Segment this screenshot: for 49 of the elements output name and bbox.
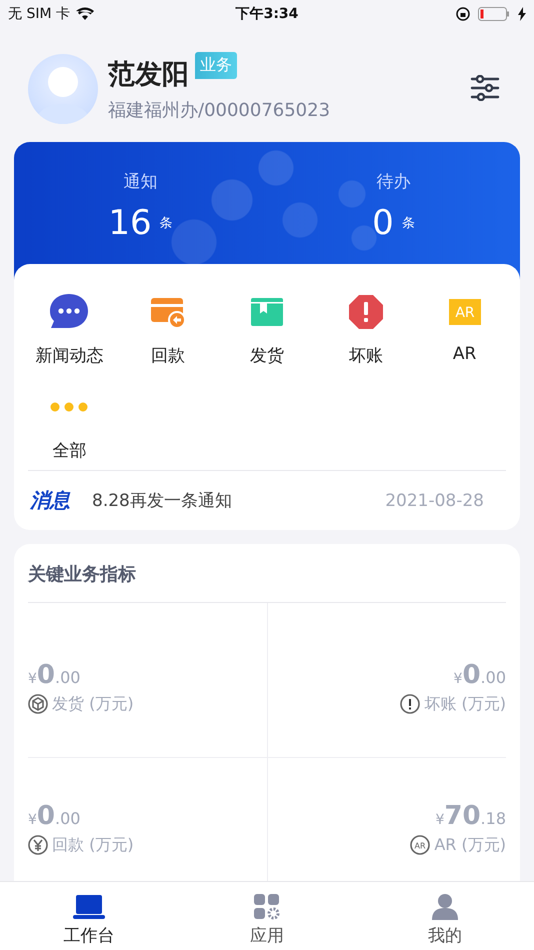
- tab-bar-item[interactable]: 我的: [356, 882, 534, 950]
- metric-value: ¥70.18: [435, 800, 506, 830]
- stat-count: 16: [108, 203, 152, 243]
- wifi-icon: [76, 7, 94, 21]
- shortcut-item[interactable]: 新闻动态: [20, 292, 119, 367]
- carrier-label: 无 SIM 卡: [8, 5, 70, 23]
- shortcut-item[interactable]: 回款: [118, 292, 218, 367]
- tab-bar-item[interactable]: 工作台: [0, 882, 178, 950]
- metric-label: 坏账 (万元): [424, 694, 506, 714]
- shortcut-item[interactable]: AR AR: [415, 292, 514, 367]
- tab-bar-item[interactable]: 应用: [178, 882, 356, 950]
- clock-time: 下午3:34: [236, 5, 298, 23]
- notice-text[interactable]: 8.28再发一条通知: [92, 489, 364, 512]
- metric-label: 发货 (万元): [52, 694, 134, 714]
- card-return-icon: [150, 295, 186, 329]
- exclamation-circle-icon: [400, 694, 420, 714]
- ar-badge-icon: AR: [448, 299, 481, 325]
- metric-value: ¥0.00: [454, 660, 506, 690]
- metric-label: 回款 (万元): [52, 834, 134, 856]
- person-icon: [431, 893, 459, 921]
- rotation-lock-icon: [456, 7, 470, 21]
- metric-value: ¥0.00: [28, 800, 80, 830]
- battery-icon: [478, 7, 510, 21]
- metric-label: AR (万元): [434, 834, 506, 856]
- warning-octagon-icon: [348, 294, 384, 330]
- notice-date: 2021-08-28: [385, 490, 484, 510]
- cube-icon: [28, 694, 48, 714]
- chat-bubble-icon: [49, 293, 90, 331]
- apps-grid-icon: [253, 893, 281, 921]
- yen-circle-icon: [28, 835, 48, 855]
- shortcut-item[interactable]: 发货: [218, 292, 316, 367]
- shortcut-item[interactable]: 坏账: [316, 292, 416, 367]
- message-logo: 消息: [30, 487, 70, 514]
- stat-unit: 条: [402, 215, 415, 232]
- ar-circle-icon: AR: [410, 835, 430, 855]
- more-dots-icon: [50, 402, 88, 412]
- metric-value: ¥0.00: [28, 660, 80, 690]
- laptop-icon: [72, 894, 106, 920]
- metrics-title: 关键业务指标: [26, 563, 137, 587]
- user-name: 范发阳: [108, 58, 189, 92]
- charging-bolt-icon: [518, 7, 526, 21]
- shortcut-item[interactable]: 全部: [20, 387, 119, 462]
- office-id: 福建福州办/00000765023: [108, 99, 332, 122]
- stat-count: 0: [372, 203, 394, 243]
- stat-label: 通知: [124, 171, 158, 193]
- stat-label: 待办: [376, 171, 410, 193]
- box-icon: [250, 297, 284, 327]
- role-tag: 业务: [195, 52, 237, 79]
- stat-unit: 条: [160, 215, 173, 232]
